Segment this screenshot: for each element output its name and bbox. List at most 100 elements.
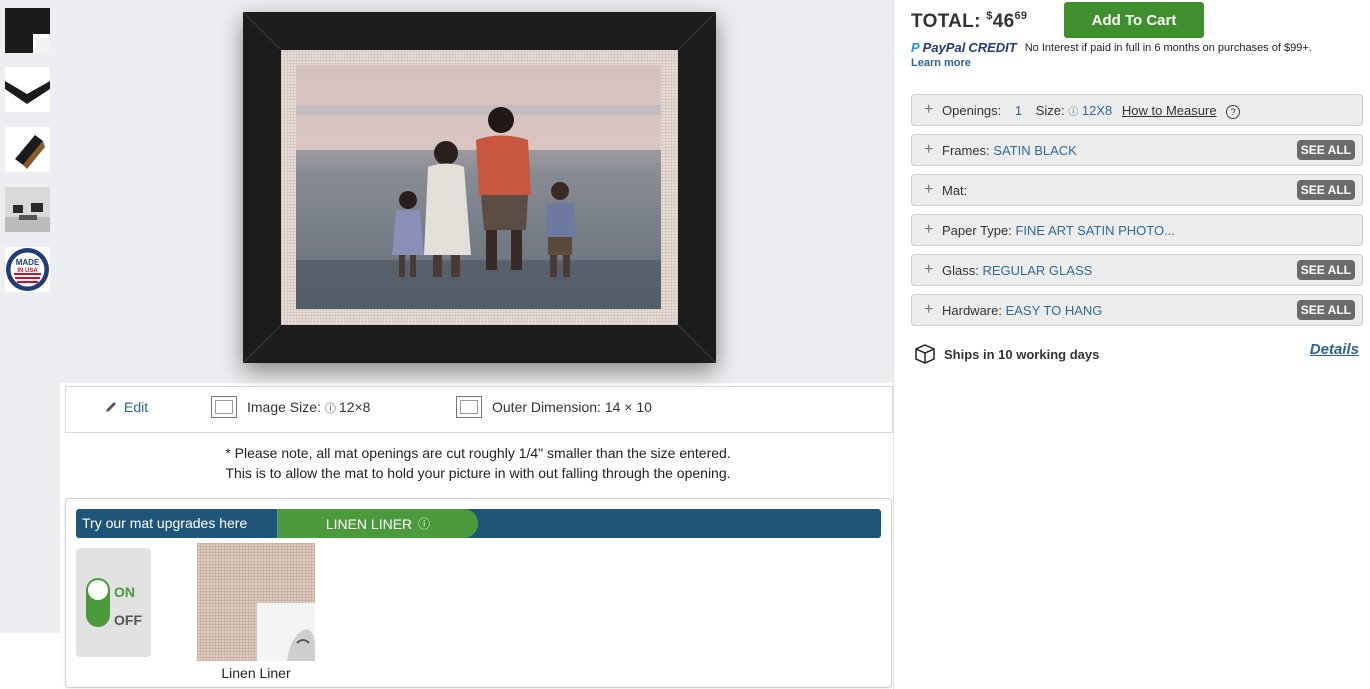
glass-see-all-button[interactable]: SEE ALL (1296, 260, 1355, 280)
openings-count: 1 (1014, 103, 1023, 118)
openings-option[interactable]: + Openings: 1 Size: ⓘ 12X8 How to Measur… (911, 94, 1363, 126)
total-cents: 69 (1014, 10, 1028, 22)
frame-profile-image (5, 67, 50, 112)
frame-side-image (5, 127, 50, 172)
how-to-measure-link[interactable]: How to Measure (1122, 103, 1217, 118)
expand-plus-icon: + (924, 221, 934, 238)
openings-label: Openings: (942, 103, 1002, 118)
frame-profile-thumbnail[interactable] (5, 67, 50, 112)
edit-button[interactable]: Edit (104, 399, 148, 415)
total-label: TOTAL: (911, 11, 987, 32)
shipping-details-link[interactable]: Details (1310, 341, 1359, 358)
image-size-text: Image Size: ⓘ 12×8 (247, 399, 370, 416)
frame-preview-area (60, 0, 893, 383)
expand-plus-icon: + (924, 261, 934, 278)
mat-see-all-button[interactable]: SEE ALL (1296, 180, 1355, 200)
thumbnail-strip: MADE IN USA (0, 0, 60, 633)
image-size-display: Image Size: ⓘ 12×8 (211, 396, 370, 418)
glass-option[interactable]: + Glass: REGULAR GLASS SEE ALL (911, 254, 1363, 286)
in-usa-text: IN USA (17, 268, 38, 274)
expand-plus-icon: + (924, 101, 934, 118)
room-view-thumbnail[interactable] (5, 187, 50, 232)
shipping-info: Ships in 10 working days (914, 343, 1099, 365)
frames-see-all-button[interactable]: SEE ALL (1296, 140, 1355, 160)
liner-on-off-toggle[interactable] (86, 578, 110, 627)
hardware-option-label: Hardware: EASY TO HANG (942, 303, 1102, 318)
paper-type-label: Paper Type: (942, 223, 1016, 238)
image-info-bar: Edit Image Size: ⓘ 12×8 Outer Dimension:… (65, 386, 893, 433)
made-in-usa-thumbnail[interactable]: MADE IN USA (5, 247, 50, 292)
note-line-2: This is to allow the mat to hold your pi… (225, 465, 731, 481)
frame-corner-thumbnail[interactable] (5, 8, 50, 53)
paper-type-value: FINE ART SATIN PHOTO... (1015, 223, 1175, 238)
outer-dimension-text: Outer Dimension: 14 × 10 (492, 399, 652, 415)
paypal-brand: PayPal (922, 40, 966, 55)
image-size-icon (211, 396, 237, 418)
hardware-see-all-button[interactable]: SEE ALL (1296, 300, 1355, 320)
total-dollars: 46 (992, 11, 1015, 32)
paypal-offer-text: No Interest if paid in full in 6 months … (1024, 41, 1312, 54)
info-circle-icon: ⓘ (1068, 107, 1079, 118)
frames-option-label: Frames: SATIN BLACK (942, 143, 1077, 158)
made-in-usa-badge: MADE IN USA (6, 248, 49, 291)
hardware-option[interactable]: + Hardware: EASY TO HANG SEE ALL (911, 294, 1363, 326)
mat-upgrades-panel: Try our mat upgrades here LINEN LINER ⓘ … (65, 498, 892, 688)
glass-value: REGULAR GLASS (982, 263, 1093, 278)
paper-type-option[interactable]: + Paper Type: FINE ART SATIN PHOTO... (911, 214, 1363, 246)
mat-option[interactable]: + Mat: SEE ALL (911, 174, 1363, 206)
note-line-1: * Please note, all mat openings are cut … (225, 445, 731, 461)
mat-label: Mat: (942, 183, 968, 198)
tab-linen-liner-label: LINEN LINER (325, 515, 413, 532)
size-value: 12X8 (1081, 103, 1113, 118)
help-question-icon[interactable]: ? (1226, 105, 1241, 119)
paypal-credit-row: P PayPal CREDIT No Interest if paid in f… (911, 40, 1312, 55)
mat-opening-note: * Please note, all mat openings are cut … (65, 443, 891, 483)
toggle-on-label: ON (114, 584, 135, 600)
package-box-icon (915, 344, 935, 364)
tab-linen-liner[interactable]: LINEN LINER ⓘ (278, 509, 478, 538)
outer-dimension-display: Outer Dimension: 14 × 10 (456, 396, 652, 418)
linen-liner-swatch-label: Linen Liner (221, 665, 291, 681)
shipping-text: Ships in 10 working days (944, 346, 1100, 362)
openings-option-label: Openings: 1 Size: ⓘ 12X8 How to Measure … (942, 103, 1241, 119)
expand-plus-icon: + (924, 301, 934, 318)
size-label: Size: (1035, 103, 1065, 118)
made-text: MADE (16, 258, 40, 267)
expand-plus-icon: + (924, 141, 934, 158)
glass-option-label: Glass: REGULAR GLASS (942, 263, 1092, 278)
swatch-photo-image (257, 603, 315, 661)
frames-option[interactable]: + Frames: SATIN BLACK SEE ALL (911, 134, 1363, 166)
paper-type-option-label: Paper Type: FINE ART SATIN PHOTO... (942, 223, 1175, 238)
frame-corner-image (5, 8, 50, 53)
expand-plus-icon: + (924, 181, 934, 198)
framed-photo-preview (243, 12, 716, 363)
paypal-credit-logo: P PayPal CREDIT (911, 40, 1017, 55)
order-total: TOTAL: $4669 (911, 10, 1027, 33)
liner-toggle-panel: ON OFF (76, 548, 151, 657)
info-circle-icon: ⓘ (418, 517, 431, 531)
linen-liner-swatch[interactable] (197, 543, 315, 661)
linen-liner-mat (281, 50, 678, 325)
image-size-value: 12×8 (338, 398, 371, 415)
glass-label: Glass: (942, 263, 983, 278)
room-view-image (5, 187, 50, 232)
toggle-knob (88, 580, 108, 600)
frame-side-thumbnail[interactable] (5, 127, 50, 172)
edit-label: Edit (124, 399, 149, 415)
frames-label: Frames: (942, 143, 994, 158)
outer-dimension-icon (456, 396, 482, 418)
customer-photo (296, 65, 661, 309)
swatch-photo-corner (257, 603, 315, 661)
add-to-cart-button[interactable]: Add To Cart (1064, 2, 1204, 38)
hardware-label: Hardware: (942, 303, 1006, 318)
paypal-p-icon: P (911, 40, 920, 55)
pencil-icon (106, 402, 116, 412)
paypal-credit-text: CREDIT (968, 40, 1017, 55)
beach-photo-image (296, 65, 661, 309)
info-circle-icon: ⓘ (324, 402, 339, 415)
learn-more-link[interactable]: Learn more (911, 57, 971, 69)
hardware-value: EASY TO HANG (1005, 303, 1103, 318)
mat-upgrades-tabbar: Try our mat upgrades here LINEN LINER ⓘ (76, 509, 881, 538)
purchase-options-panel: TOTAL: $4669 Add To Cart P PayPal CREDIT… (893, 0, 1370, 689)
frames-value: SATIN BLACK (993, 143, 1077, 158)
